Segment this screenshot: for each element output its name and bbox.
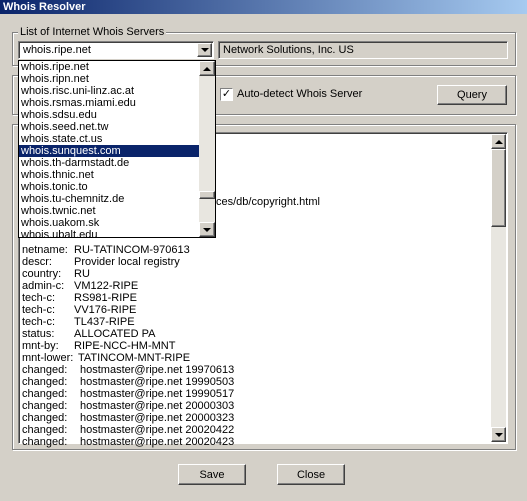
server-dropdown-item[interactable]: whois.ubalt.edu [19,229,199,237]
scroll-up-button[interactable] [491,134,506,149]
result-row-value: hostmaster@ripe.net 20020423 [80,436,235,448]
result-row-key: descr: [22,256,52,268]
result-row-value: hostmaster@ripe.net 20020422 [80,424,235,436]
result-row-value: hostmaster@ripe.net 19990503 [80,376,235,388]
servers-group-label: List of Internet Whois Servers [18,26,167,38]
result-row-value: RU [74,268,90,280]
result-row-value: ALLOCATED PA [74,328,156,340]
result-row-key: status: [22,328,55,340]
server-dropdown-item[interactable]: whois.twnic.net [19,205,199,217]
combobox-dropdown-button[interactable] [197,43,212,57]
result-row-value: TATINCOM-MNT-RIPE [78,352,191,364]
title-bar[interactable]: Whois Resolver [0,0,527,14]
result-row-value: VM122-RIPE [74,280,139,292]
server-dropdown-item[interactable]: whois.sunquest.com [19,145,199,157]
server-dropdown-items: whois.ripe.net whois.ripn.net whois.risc.u… [19,61,199,237]
result-row-key: tech-c: [22,292,56,304]
server-dropdown-item[interactable]: whois.state.ct.us [19,133,199,145]
arrow-down-icon [494,432,503,437]
server-dropdown-item[interactable]: whois.seed.net.tw [19,121,199,133]
result-row-key: mnt-lower: [22,352,74,364]
result-row-value: hostmaster@ripe.net 20000303 [80,400,235,412]
server-dropdown-item[interactable]: whois.uakom.sk [19,217,199,229]
auto-detect-checkbox[interactable]: ✓ [220,88,233,101]
result-row-value: hostmaster@ripe.net 19990517 [80,388,235,400]
scroll-thumb[interactable] [491,149,506,227]
result-row-value: Provider local registry [74,256,180,268]
dropdown-scroll-up[interactable] [199,61,215,76]
result-row-value: TL437-RIPE [74,316,135,328]
server-dropdown-item[interactable]: whois.rsmas.miami.edu [19,97,199,109]
dropdown-scroll-thumb[interactable] [199,191,215,199]
arrow-up-icon [203,66,211,71]
result-row-value: hostmaster@ripe.net 19970613 [80,364,235,376]
result-row-key: mnt-by: [22,340,59,352]
copyright-text-fragment: ces/db/copyright.html [216,196,320,208]
dropdown-scroll-down[interactable] [199,222,215,237]
server-dropdown-item[interactable]: whois.tonic.to [19,181,199,193]
result-row-key: admin-c: [22,280,65,292]
server-dropdown-list[interactable]: whois.ripe.net whois.ripn.net whois.risc.u… [18,60,216,238]
close-button[interactable]: Close [277,464,345,485]
result-row-key: changed: [22,436,68,448]
arrow-down-icon [203,227,211,232]
result-row-key: changed: [22,376,68,388]
server-dropdown-item[interactable]: whois.th-darmstadt.de [19,157,199,169]
result-row-key: changed: [22,412,68,424]
server-combobox[interactable]: whois.ripe.net [18,41,214,59]
result-scrollbar[interactable] [491,134,506,442]
scroll-down-button[interactable] [491,427,506,442]
result-row-value: RIPE-NCC-HM-MNT [74,340,176,352]
result-row-value: RU-TATINCOM-970613 [74,244,190,256]
server-dropdown-item[interactable]: whois.tu-chemnitz.de [19,193,199,205]
server-description-field: Network Solutions, Inc. US [218,41,508,59]
server-description-text: Network Solutions, Inc. US [223,44,354,56]
result-row-value: RS981-RIPE [74,292,137,304]
server-dropdown-item[interactable]: whois.ripe.net [19,61,199,73]
server-dropdown-item[interactable]: whois.ripn.net [19,73,199,85]
result-row-value: hostmaster@ripe.net 20000323 [80,412,235,424]
result-row-key: changed: [22,364,68,376]
result-row-key: changed: [22,388,68,400]
result-row-value: VV176-RIPE [74,304,137,316]
result-row-key: country: [22,268,62,280]
result-row-key: tech-c: [22,304,56,316]
result-row-key: changed: [22,424,68,436]
query-button[interactable]: Query [437,85,507,105]
dropdown-scrollbar[interactable] [199,61,215,237]
server-combobox-value: whois.ripe.net [23,44,91,56]
result-row-key: tech-c: [22,316,56,328]
result-row-key: changed: [22,400,68,412]
server-dropdown-item[interactable]: whois.risc.uni-linz.ac.at [19,85,199,97]
auto-detect-label[interactable]: Auto-detect Whois Server [237,88,362,100]
result-row-key: netname: [22,244,68,256]
chevron-down-icon [200,48,209,52]
checkmark-icon: ✓ [221,88,232,100]
arrow-up-icon [494,139,503,144]
save-button[interactable]: Save [178,464,246,485]
window-title: Whois Resolver [3,1,86,13]
server-dropdown-item[interactable]: whois.sdsu.edu [19,109,199,121]
server-dropdown-item[interactable]: whois.thnic.net [19,169,199,181]
